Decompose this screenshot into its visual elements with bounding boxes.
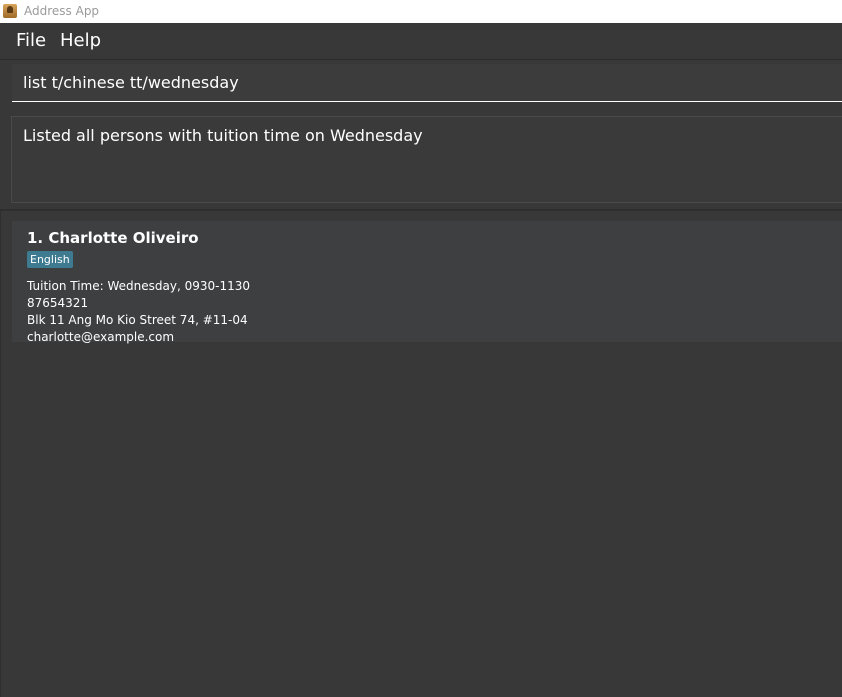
person-phone: 87654321 xyxy=(27,296,89,310)
person-list-panel: 1. Charlotte Oliveiro English Tuition Ti… xyxy=(0,211,842,697)
menu-file[interactable]: File xyxy=(16,30,46,51)
result-text: Listed all persons with tuition time on … xyxy=(23,126,423,145)
result-display: Listed all persons with tuition time on … xyxy=(11,116,842,203)
person-email: charlotte@example.com xyxy=(27,330,175,344)
result-display-panel: Listed all persons with tuition time on … xyxy=(0,110,842,210)
window-title: Address App xyxy=(24,4,100,18)
menu-help[interactable]: Help xyxy=(60,30,101,51)
person-card[interactable]: 1. Charlotte Oliveiro English Tuition Ti… xyxy=(12,221,842,344)
person-name: 1. Charlotte Oliveiro xyxy=(27,229,199,247)
title-bar: Address App xyxy=(0,0,842,24)
tag-badge: English xyxy=(27,251,73,268)
person-tuition-time: Tuition Time: Wednesday, 0930-1130 xyxy=(27,279,250,293)
app-window: Address App File Help Listed all persons… xyxy=(0,0,842,697)
command-input[interactable] xyxy=(12,64,842,102)
menu-bar: File Help xyxy=(0,23,842,60)
command-box xyxy=(0,60,842,108)
person-address: Blk 11 Ang Mo Kio Street 74, #11-04 xyxy=(27,313,248,327)
address-book-icon xyxy=(3,4,17,18)
